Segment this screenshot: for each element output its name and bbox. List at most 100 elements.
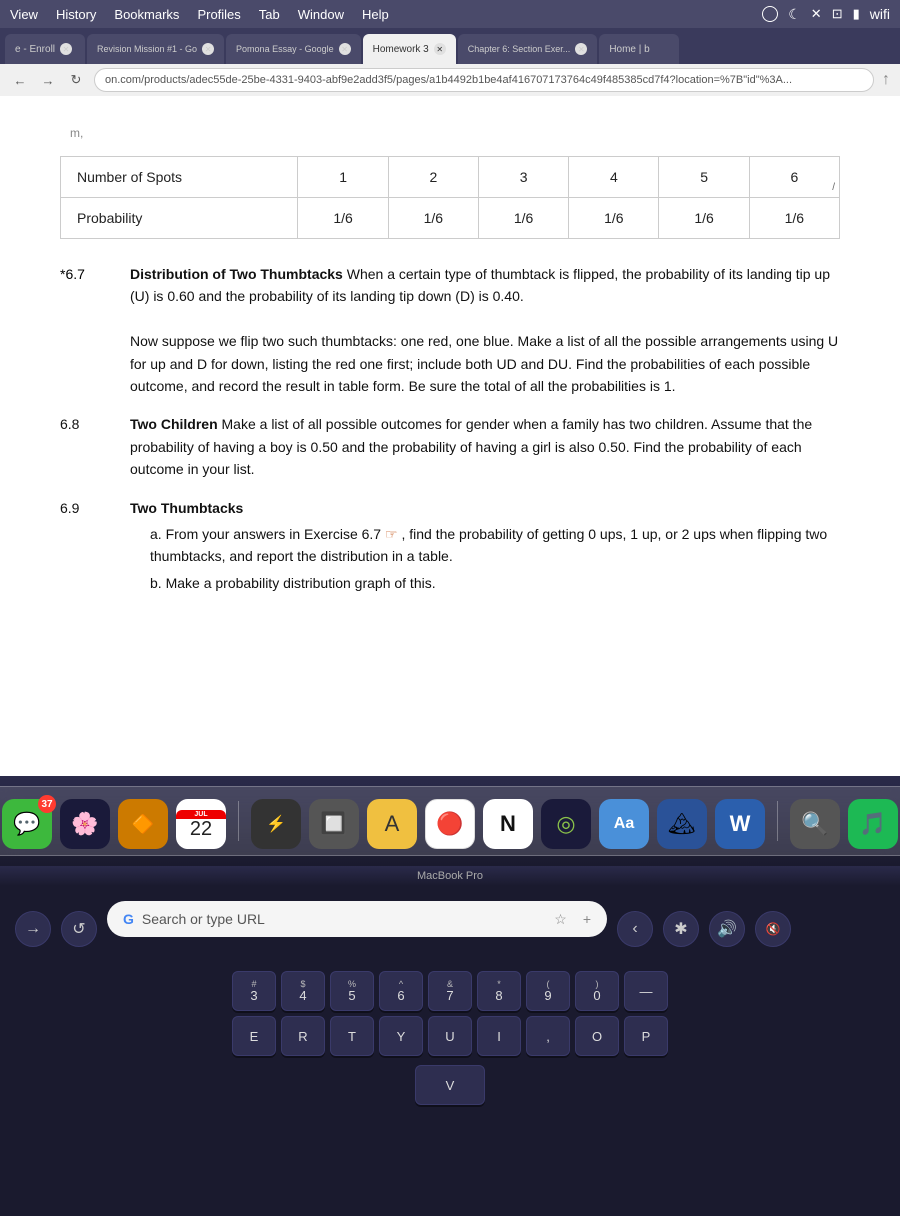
reload-nav-circle[interactable]: ↺	[61, 911, 97, 947]
key-o[interactable]: O	[575, 1016, 619, 1056]
dock-dictionary[interactable]: Aa	[599, 799, 649, 849]
table-cell-prob-1: 1/6	[298, 198, 388, 239]
share-button[interactable]: ↑	[882, 71, 890, 89]
tab-homework-label: Homework 3	[373, 44, 429, 55]
tab-enroll[interactable]: e - Enroll ✕	[5, 34, 85, 64]
key-dash-main: —	[640, 985, 653, 998]
forward-button[interactable]: →	[38, 70, 58, 90]
key-5-main: 5	[348, 989, 355, 1002]
menu-view[interactable]: View	[10, 7, 38, 22]
menu-status-icons: ☾ ✕ ⊡ ▮ wifi	[762, 6, 890, 23]
key-8[interactable]: * 8	[477, 971, 521, 1011]
key-u[interactable]: U	[428, 1016, 472, 1056]
dock-finder[interactable]: 🔶	[118, 799, 168, 849]
back-chevron-circle[interactable]: ‹	[617, 911, 653, 947]
table-cell-prob-2: 1/6	[388, 198, 478, 239]
dock-photos[interactable]: 🌸	[60, 799, 110, 849]
tab-homework-close[interactable]: ✕	[434, 43, 446, 55]
tab-revision[interactable]: Revision Mission #1 - Go ✕	[87, 34, 224, 64]
table-cell-prob-6: 1/6	[749, 198, 839, 239]
key-8-main: 8	[495, 989, 502, 1002]
tab-pomona-label: Pomona Essay - Google	[236, 44, 334, 54]
menu-window[interactable]: Window	[298, 7, 344, 22]
dock-chrome[interactable]: 🔴	[425, 799, 475, 849]
dock-circle-app[interactable]: ◎	[541, 799, 591, 849]
key-v[interactable]: V	[415, 1065, 485, 1105]
dock: 📹 💬 37 🌸 🔶 JUL 22 ⚡ 🔲 A	[0, 786, 900, 856]
key-6-main: 6	[397, 989, 404, 1002]
dock-squares[interactable]: 🔲	[309, 799, 359, 849]
key-4[interactable]: $ 4	[281, 971, 325, 1011]
key-r-label: R	[298, 1030, 307, 1043]
tab-pomona[interactable]: Pomona Essay - Google ✕	[226, 34, 361, 64]
url-input[interactable]: on.com/products/adec55de-25be-4331-9403-…	[94, 68, 874, 92]
key-3[interactable]: # 3	[232, 971, 276, 1011]
dock-word[interactable]: W	[715, 799, 765, 849]
tab-home[interactable]: Home | b	[599, 34, 679, 64]
dock-messages[interactable]: 💬 37	[2, 799, 52, 849]
bookmark-star-icon[interactable]: ☆	[554, 911, 567, 928]
table-cell-spots-6: 6	[749, 157, 839, 198]
dock-area: 📹 💬 37 🌸 🔶 JUL 22 ⚡ 🔲 A	[0, 776, 900, 866]
key-0[interactable]: ) 0	[575, 971, 619, 1011]
refresh-button[interactable]: ↻	[66, 70, 86, 90]
menu-help[interactable]: Help	[362, 7, 389, 22]
tab-enroll-close[interactable]: ✕	[60, 43, 72, 55]
breadcrumb-m: m,	[70, 126, 840, 140]
tab-chapter6-close[interactable]: ✕	[575, 43, 587, 55]
bottom-nav-row: → ↺ G Search or type URL ☆ + ‹ ✱ 🔊 🔇	[15, 901, 885, 957]
dock-calendar[interactable]: JUL 22	[176, 799, 226, 849]
settings-circle[interactable]: ✱	[663, 911, 699, 947]
key-y[interactable]: Y	[379, 1016, 423, 1056]
key-9[interactable]: ( 9	[526, 971, 570, 1011]
menu-profiles[interactable]: Profiles	[197, 7, 240, 22]
dock-spotify[interactable]: 🎵	[848, 799, 898, 849]
key-i[interactable]: I	[477, 1016, 521, 1056]
dots-icon: ⚡	[266, 814, 286, 834]
tab-chapter6[interactable]: Chapter 6: Section Exer... ✕	[458, 34, 598, 64]
back-nav-circle[interactable]: →	[15, 911, 51, 947]
battery-icon: ▮	[853, 6, 860, 22]
tab-homework[interactable]: Homework 3 ✕	[363, 34, 456, 64]
key-r[interactable]: R	[281, 1016, 325, 1056]
exercise-69-sublist: a. From your answers in Exercise 6.7 ☞ ,…	[130, 523, 840, 594]
key-dash[interactable]: —	[624, 971, 668, 1011]
browser-chrome: View History Bookmarks Profiles Tab Wind…	[0, 0, 900, 96]
dock-mountain-app[interactable]: 🏔	[657, 799, 707, 849]
search-icon: 🔍	[801, 811, 828, 837]
key-p-label: P	[642, 1030, 651, 1043]
table-cell-spots-1: 1	[298, 157, 388, 198]
google-icon: G	[123, 911, 134, 927]
table-row-spots: Number of Spots 1 2 3 4 5 6	[61, 157, 840, 198]
dock-app-a[interactable]: A	[367, 799, 417, 849]
dock-notion[interactable]: N	[483, 799, 533, 849]
key-5[interactable]: % 5	[330, 971, 374, 1011]
chrome-search-bar[interactable]: G Search or type URL ☆ +	[107, 901, 607, 937]
exercise-67-title: Distribution of Two Thumbtacks	[130, 266, 343, 282]
mute-circle[interactable]: 🔇	[755, 911, 791, 947]
menu-bookmarks[interactable]: Bookmarks	[114, 7, 179, 22]
volume-circle[interactable]: 🔊	[709, 911, 745, 947]
bottom-area: → ↺ G Search or type URL ☆ + ‹ ✱ 🔊 🔇 # 3…	[0, 886, 900, 1216]
key-t[interactable]: T	[330, 1016, 374, 1056]
tab-bar: e - Enroll ✕ Revision Mission #1 - Go ✕ …	[0, 28, 900, 64]
key-e[interactable]: E	[232, 1016, 276, 1056]
tab-revision-close[interactable]: ✕	[202, 43, 214, 55]
add-tab-icon[interactable]: +	[583, 911, 591, 927]
messages-icon: 💬	[13, 811, 40, 837]
menu-history[interactable]: History	[56, 7, 96, 22]
key-i-label: I	[497, 1030, 501, 1043]
key-6[interactable]: ^ 6	[379, 971, 423, 1011]
menu-tab[interactable]: Tab	[259, 7, 280, 22]
exercise-67-link[interactable]: ☞	[385, 526, 398, 542]
keyboard-row-ertyuiop: E R T Y U I , O P	[232, 1016, 668, 1056]
probability-table: Number of Spots 1 2 3 4 5 6 Probability …	[60, 156, 840, 239]
key-p[interactable]: P	[624, 1016, 668, 1056]
sub-a-text: From your answers in Exercise 6.7	[166, 526, 382, 542]
dock-search[interactable]: 🔍	[790, 799, 840, 849]
back-button[interactable]: ←	[10, 70, 30, 90]
dock-app-dots[interactable]: ⚡	[251, 799, 301, 849]
key-7[interactable]: & 7	[428, 971, 472, 1011]
key-comma[interactable]: ,	[526, 1016, 570, 1056]
tab-pomona-close[interactable]: ✕	[339, 43, 351, 55]
